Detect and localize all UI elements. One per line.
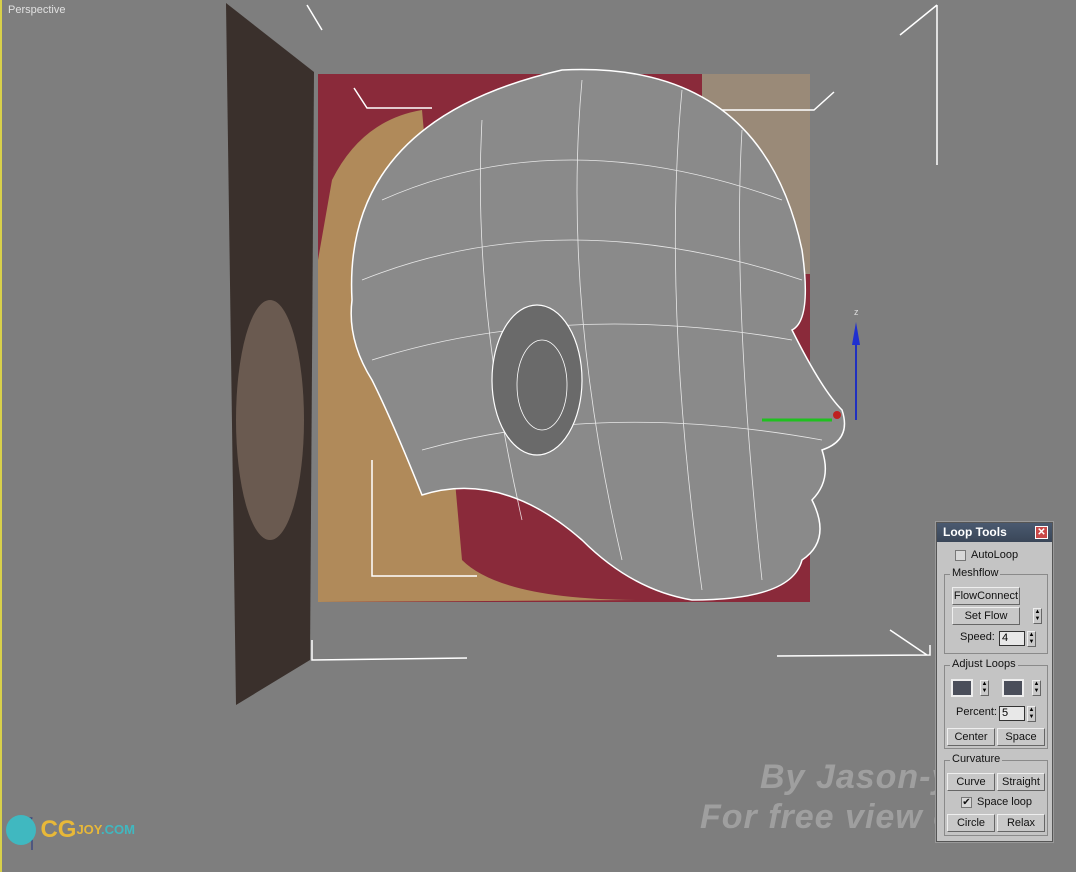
ear [491,304,583,456]
speed-input[interactable]: 4 [999,631,1025,646]
set-flow-button[interactable]: Set Flow [952,607,1020,625]
panel-title-bar[interactable]: Loop Tools ✕ [937,523,1052,542]
flowconnect-button[interactable]: FlowConnect [952,587,1020,605]
curvature-label: Curvature [950,753,1003,765]
circle-button[interactable]: Circle [947,814,995,832]
autoloop-label: AutoLoop [971,549,1019,561]
speed-label: Speed: [960,631,995,643]
front-reference-face [236,300,304,540]
adjust-loop-right-spinner[interactable]: ▲ ▼ [1032,680,1041,696]
scene-3d: z z [29,3,938,850]
loop-tools-panel: Loop Tools ✕ AutoLoop Meshflow FlowConnec… [936,522,1053,842]
adjust-loop-right-icon[interactable] [1002,679,1024,697]
adjust-loops-label: Adjust Loops [950,658,1018,670]
autoloop-checkbox[interactable]: AutoLoop [955,549,1018,561]
close-icon[interactable]: ✕ [1035,526,1048,539]
adjust-loops-group: Adjust Loops ▲ ▼ ▲ ▼ Percent: 5 ▲ ▼ Center … [944,658,1048,749]
curve-button[interactable]: Curve [947,773,995,791]
logo-mascot-icon [6,815,36,845]
center-button[interactable]: Center [947,728,995,746]
perspective-viewport[interactable]: Perspective z z By Jason-y For free view… [0,0,1076,872]
gizmo-z-label: z [854,307,859,317]
curvature-group: Curvature Curve Straight ✔ Space loop Cir… [944,753,1048,836]
relax-button[interactable]: Relax [997,814,1045,832]
straight-button[interactable]: Straight [997,773,1045,791]
logo-cg: CG [40,816,77,843]
cgjoy-logo: CGJOY.COM [6,815,135,845]
logo-com: .COM [101,822,135,838]
space-loop-checkbox[interactable]: ✔ Space loop [961,796,1032,808]
adjust-loop-left-icon[interactable] [951,679,973,697]
percent-input[interactable]: 5 [999,706,1025,721]
percent-spinner[interactable]: ▲ ▼ [1027,706,1036,722]
space-button[interactable]: Space [997,728,1045,746]
gizmo-center [833,411,841,419]
set-flow-spinner[interactable]: ▲ ▼ [1033,608,1042,624]
watermark-line1: By Jason-y [760,758,952,796]
panel-title: Loop Tools [943,525,1007,539]
meshflow-label: Meshflow [950,567,1001,579]
adjust-loop-left-spinner[interactable]: ▲ ▼ [980,680,989,696]
logo-joy: JOY [76,822,102,838]
space-loop-label: Space loop [977,796,1033,808]
percent-label: Percent: [956,706,997,718]
speed-spinner[interactable]: ▲ ▼ [1027,631,1036,647]
meshflow-group: Meshflow FlowConnect Set Flow ▲ ▼ Speed: … [944,567,1048,654]
